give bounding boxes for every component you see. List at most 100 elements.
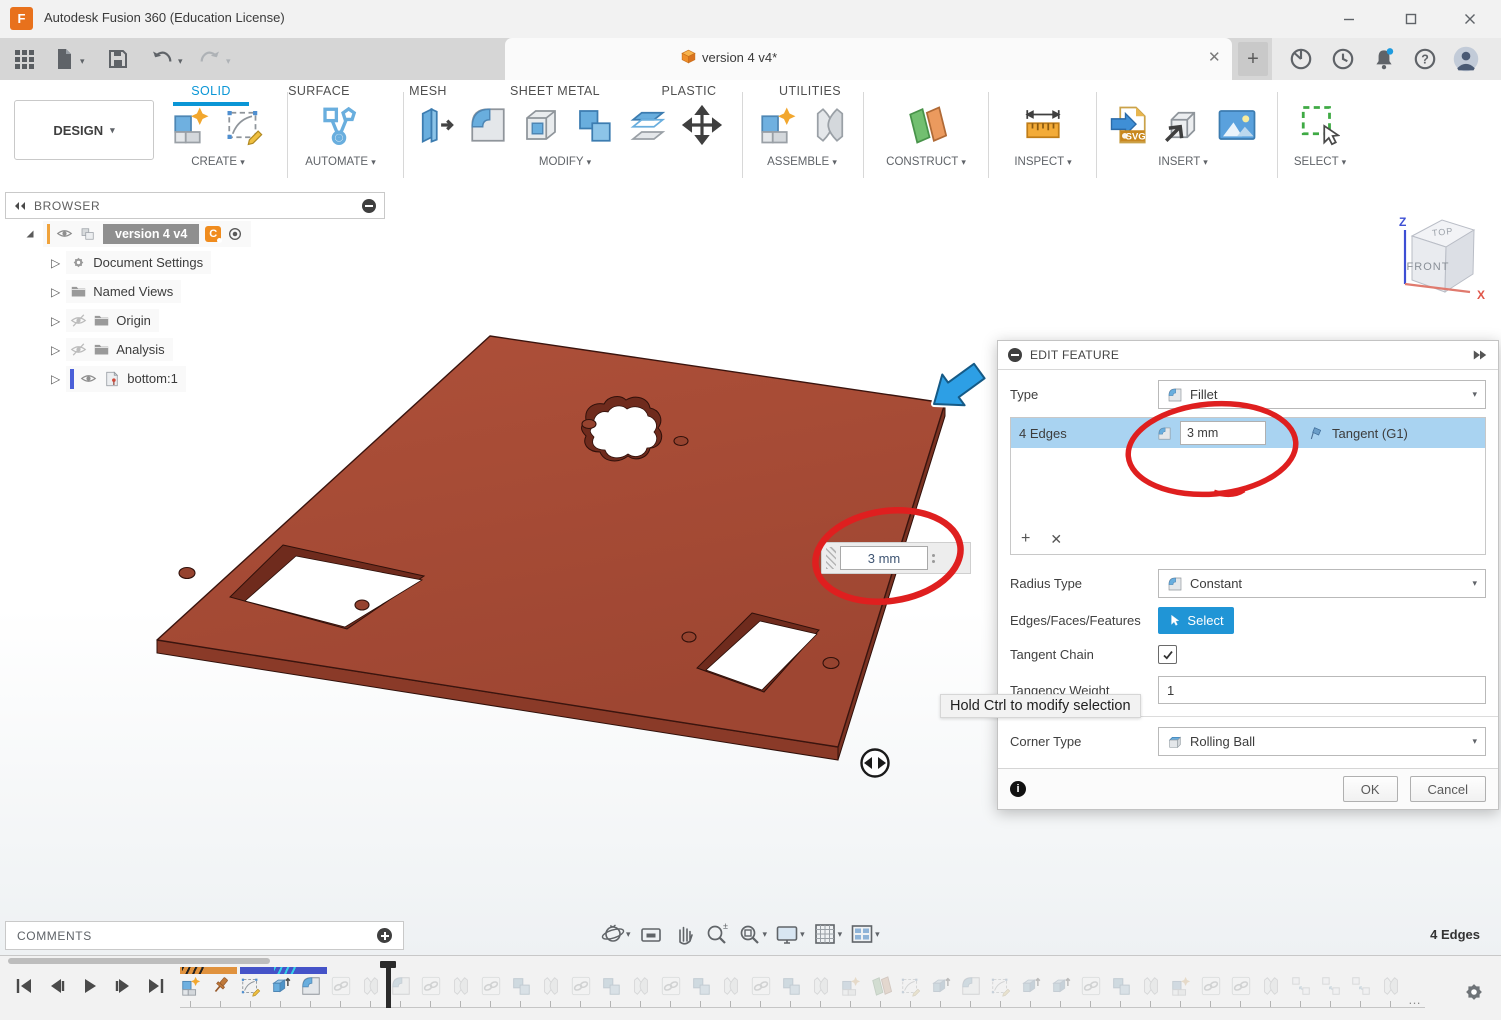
automate-icon[interactable] [318, 104, 360, 146]
timeline-feature-link[interactable] [660, 975, 682, 997]
move-copy-icon[interactable] [681, 104, 723, 146]
dimension-grip-icon[interactable] [932, 554, 935, 563]
fillet-icon[interactable] [467, 104, 509, 146]
go-to-end-icon[interactable] [144, 974, 168, 998]
insert-mesh-icon[interactable] [1161, 104, 1203, 146]
timeline-feature-link[interactable] [1080, 975, 1102, 997]
group-insert-label[interactable]: INSERT ▾ [1133, 156, 1233, 170]
dialog-dock-icon[interactable] [1472, 348, 1488, 362]
group-construct-label[interactable]: CONSTRUCT ▾ [866, 156, 986, 170]
press-pull-icon[interactable] [414, 104, 456, 146]
comments-bar[interactable]: COMMENTS [5, 921, 404, 950]
timeline-feature-pattern[interactable] [1320, 975, 1342, 997]
save-icon[interactable] [106, 47, 130, 71]
expander-icon[interactable]: ▷ [51, 343, 60, 357]
timeline-feature-joint[interactable] [360, 975, 382, 997]
drag-handle[interactable] [826, 547, 836, 569]
timeline-feature-extrude[interactable] [1050, 975, 1072, 997]
expander-open-icon[interactable] [23, 227, 37, 241]
zoom-icon[interactable]: ± [702, 920, 732, 948]
continuity-value[interactable]: Tangent (G1) [1332, 426, 1408, 441]
timeline-feature-link[interactable] [1230, 975, 1252, 997]
timeline-feature-extrude[interactable] [270, 975, 292, 997]
display-settings-icon[interactable]: ▾ [772, 920, 807, 948]
eye-off-icon[interactable] [70, 312, 87, 329]
play-icon[interactable] [78, 974, 102, 998]
expander-icon[interactable]: ▷ [51, 256, 60, 270]
tab-sheet-metal[interactable]: SHEET METAL [497, 84, 613, 104]
measure-icon[interactable] [1022, 104, 1064, 146]
timeline-group-orange[interactable] [180, 967, 237, 974]
redo-caret-icon[interactable]: ▾ [226, 56, 231, 67]
add-edge-set-button[interactable]: + [1021, 530, 1030, 548]
timeline-feature-pin[interactable] [210, 975, 232, 997]
timeline-feature-link[interactable] [420, 975, 442, 997]
timeline-feature-joint[interactable] [540, 975, 562, 997]
maximize-button[interactable] [1394, 6, 1428, 32]
look-at-icon[interactable] [636, 920, 666, 948]
group-assemble-label[interactable]: ASSEMBLE ▾ [748, 156, 856, 170]
job-status-icon[interactable] [1330, 46, 1356, 72]
timeline-feature-sketch[interactable] [240, 975, 262, 997]
timeline-feature-extrude[interactable] [1020, 975, 1042, 997]
timeline-feature-combine[interactable] [690, 975, 712, 997]
document-tab-title[interactable]: version 4 v4* [702, 50, 777, 65]
notifications-bell-icon[interactable] [1371, 46, 1397, 72]
select-button[interactable]: Select [1158, 607, 1234, 634]
timeline-feature-link[interactable] [750, 975, 772, 997]
go-to-start-icon[interactable] [12, 974, 36, 998]
file-menu-icon[interactable] [52, 47, 76, 71]
tab-utilities[interactable]: UTILITIES [767, 84, 853, 104]
timeline-feature-fillet[interactable] [300, 975, 322, 997]
timeline-feature-joint[interactable] [1260, 975, 1282, 997]
tab-mesh[interactable]: MESH [399, 84, 457, 104]
construction-plane-icon[interactable] [905, 104, 947, 146]
select-tool-icon[interactable] [1298, 104, 1340, 146]
document-tab-close-icon[interactable]: ✕ [1208, 48, 1221, 66]
radius-type-dropdown[interactable]: Constant ▾ [1158, 569, 1486, 598]
insert-svg-icon[interactable] [1108, 104, 1150, 146]
browser-row-origin[interactable]: ▷ Origin [5, 306, 385, 335]
edge-set-row[interactable]: 4 Edges 3 mm Tangent (G1) [1011, 418, 1485, 448]
ok-button[interactable]: OK [1343, 776, 1398, 802]
shell-icon[interactable] [520, 104, 562, 146]
viewports-icon[interactable]: ▾ [847, 920, 882, 948]
undo-caret-icon[interactable]: ▾ [178, 56, 183, 67]
browser-item-root-label[interactable]: version 4 v4 [103, 224, 199, 244]
new-component-icon[interactable] [170, 104, 212, 146]
browser-row-root[interactable]: version 4 v4 C [5, 219, 385, 248]
radius-input[interactable]: 3 mm [1180, 421, 1266, 445]
tab-solid[interactable]: SOLID [173, 84, 249, 104]
minimize-button[interactable] [1332, 6, 1366, 32]
pan-icon[interactable] [669, 920, 699, 948]
dialog-header[interactable]: EDIT FEATURE [998, 341, 1498, 370]
corner-type-dropdown[interactable]: Rolling Ball ▾ [1158, 727, 1486, 756]
timeline-feature-sketch[interactable] [900, 975, 922, 997]
group-automate-label[interactable]: AUTOMATE ▾ [288, 156, 393, 170]
timeline-feature-combine[interactable] [510, 975, 532, 997]
help-icon[interactable] [1412, 46, 1438, 72]
browser-row-analysis[interactable]: ▷ Analysis [5, 335, 385, 364]
joint-icon[interactable] [809, 104, 851, 146]
combine-icon[interactable] [573, 104, 615, 146]
timeline-feature-comp[interactable] [1170, 975, 1192, 997]
user-avatar[interactable] [1452, 45, 1478, 71]
eye-off-icon[interactable] [70, 341, 87, 358]
group-modify-label[interactable]: MODIFY ▾ [515, 156, 615, 170]
timeline-feature-extrude[interactable] [930, 975, 952, 997]
file-menu-caret-icon[interactable]: ▾ [80, 56, 85, 67]
document-tab[interactable] [505, 38, 1232, 80]
timeline-feature-link[interactable] [1200, 975, 1222, 997]
timeline-feature-planes[interactable] [870, 975, 892, 997]
browser-row-document-settings[interactable]: ▷ Document Settings [5, 248, 385, 277]
timeline-feature-pattern[interactable] [1290, 975, 1312, 997]
eye-icon[interactable] [56, 225, 73, 242]
extensions-icon[interactable] [1288, 46, 1314, 72]
split-body-icon[interactable] [626, 104, 668, 146]
tangent-chain-checkbox[interactable] [1158, 645, 1177, 664]
create-sketch-icon[interactable] [224, 104, 266, 146]
timeline-feature-combine[interactable] [1110, 975, 1132, 997]
browser-row-named-views[interactable]: ▷ Named Views [5, 277, 385, 306]
group-select-label[interactable]: SELECT ▾ [1270, 156, 1370, 170]
browser-row-bottom-body[interactable]: ▷ bottom:1 [5, 364, 385, 393]
